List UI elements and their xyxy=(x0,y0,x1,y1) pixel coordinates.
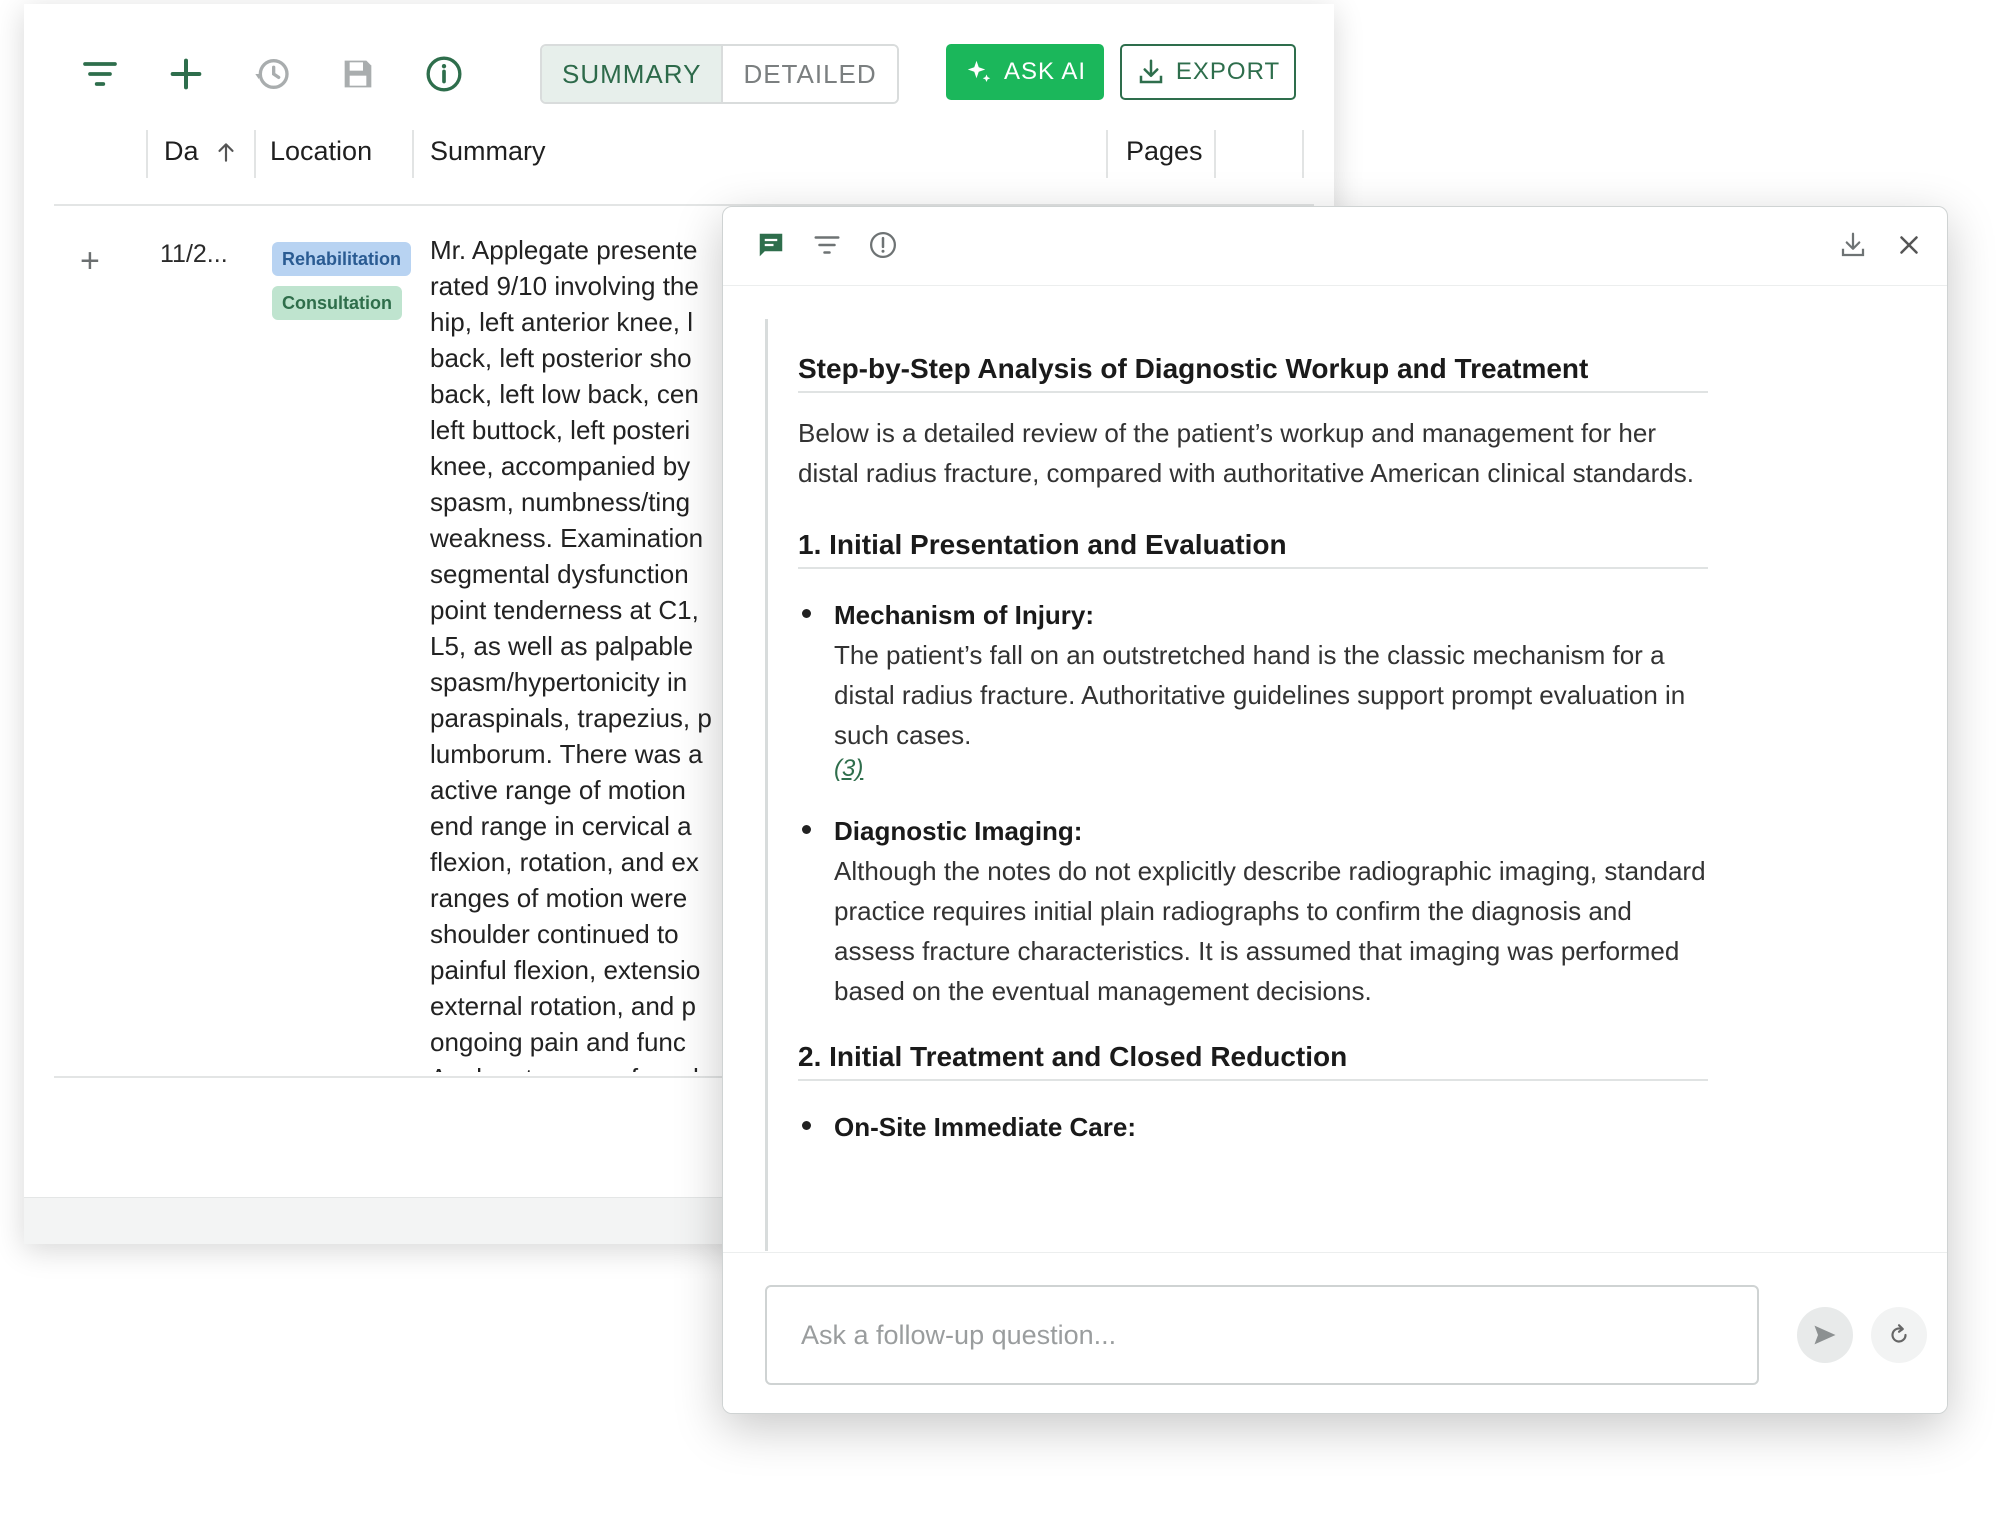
download-icon xyxy=(1139,59,1163,84)
ai-panel-toolbar xyxy=(723,207,1947,286)
plus-icon[interactable] xyxy=(164,52,208,96)
follow-up-bar xyxy=(723,1252,1947,1413)
section-heading: 2. Initial Treatment and Closed Reductio… xyxy=(798,1041,1708,1081)
close-icon[interactable] xyxy=(1891,227,1927,263)
column-header-summary[interactable]: Summary xyxy=(430,136,546,167)
export-label: EXPORT xyxy=(1175,58,1281,85)
column-header-location[interactable]: Location xyxy=(270,136,372,167)
section-heading: 1. Initial Presentation and Evaluation xyxy=(798,529,1708,569)
response-intro: Below is a detailed review of the patien… xyxy=(798,418,1694,488)
follow-up-input[interactable] xyxy=(765,1285,1759,1385)
history-icon[interactable] xyxy=(250,52,294,96)
ask-ai-label: ASK AI xyxy=(1003,58,1087,85)
download-icon[interactable] xyxy=(1835,227,1871,263)
row-date: 11/2... xyxy=(160,240,228,268)
column-header-date[interactable]: Da xyxy=(164,136,239,167)
send-icon xyxy=(1814,1325,1836,1345)
send-button[interactable] xyxy=(1797,1307,1853,1363)
sort-ascending-icon[interactable] xyxy=(213,139,239,165)
response-title: Step-by-Step Analysis of Diagnostic Work… xyxy=(798,353,1708,393)
ai-response-content: Step-by-Step Analysis of Diagnostic Work… xyxy=(765,319,1775,1251)
list-item: Diagnostic Imaging: Although the notes d… xyxy=(798,811,1708,1011)
filter-icon[interactable] xyxy=(809,227,845,263)
ai-analysis-panel: Step-by-Step Analysis of Diagnostic Work… xyxy=(722,206,1948,1414)
citation-link[interactable]: (3) xyxy=(834,755,1708,783)
bullet-title: Diagnostic Imaging: xyxy=(834,816,1083,846)
filter-icon[interactable] xyxy=(78,52,122,96)
alert-icon[interactable] xyxy=(865,227,901,263)
save-icon[interactable] xyxy=(336,52,380,96)
view-toggle: SUMMARY DETAILED xyxy=(540,44,899,104)
summary-view-button[interactable]: SUMMARY xyxy=(542,46,724,102)
bullet-title: Mechanism of Injury: xyxy=(834,600,1095,630)
sparkle-icon xyxy=(967,60,991,82)
location-tag: Consultation xyxy=(272,286,402,320)
chat-icon[interactable] xyxy=(753,227,789,263)
row-summary: Mr. Applegate presente rated 9/10 involv… xyxy=(430,235,712,1072)
refresh-button[interactable] xyxy=(1871,1307,1927,1363)
ask-ai-button[interactable]: ASK AI xyxy=(946,44,1104,100)
bullet-text: Although the notes do not explicitly des… xyxy=(834,856,1706,1006)
list-item: Mechanism of Injury: The patient’s fall … xyxy=(798,595,1708,783)
refresh-icon xyxy=(1891,1324,1907,1343)
info-icon[interactable] xyxy=(422,52,466,96)
location-tag: Rehabilitation xyxy=(272,242,412,276)
column-header-pages[interactable]: Pages xyxy=(1126,136,1203,167)
expand-row-icon[interactable]: + xyxy=(80,242,100,281)
export-button[interactable]: EXPORT xyxy=(1120,44,1296,100)
detailed-view-button[interactable]: DETAILED xyxy=(723,46,897,102)
bullet-text: The patient’s fall on an outstretched ha… xyxy=(834,640,1686,750)
bullet-title: On-Site Immediate Care: xyxy=(834,1112,1136,1142)
list-item: On-Site Immediate Care: xyxy=(798,1107,1708,1147)
